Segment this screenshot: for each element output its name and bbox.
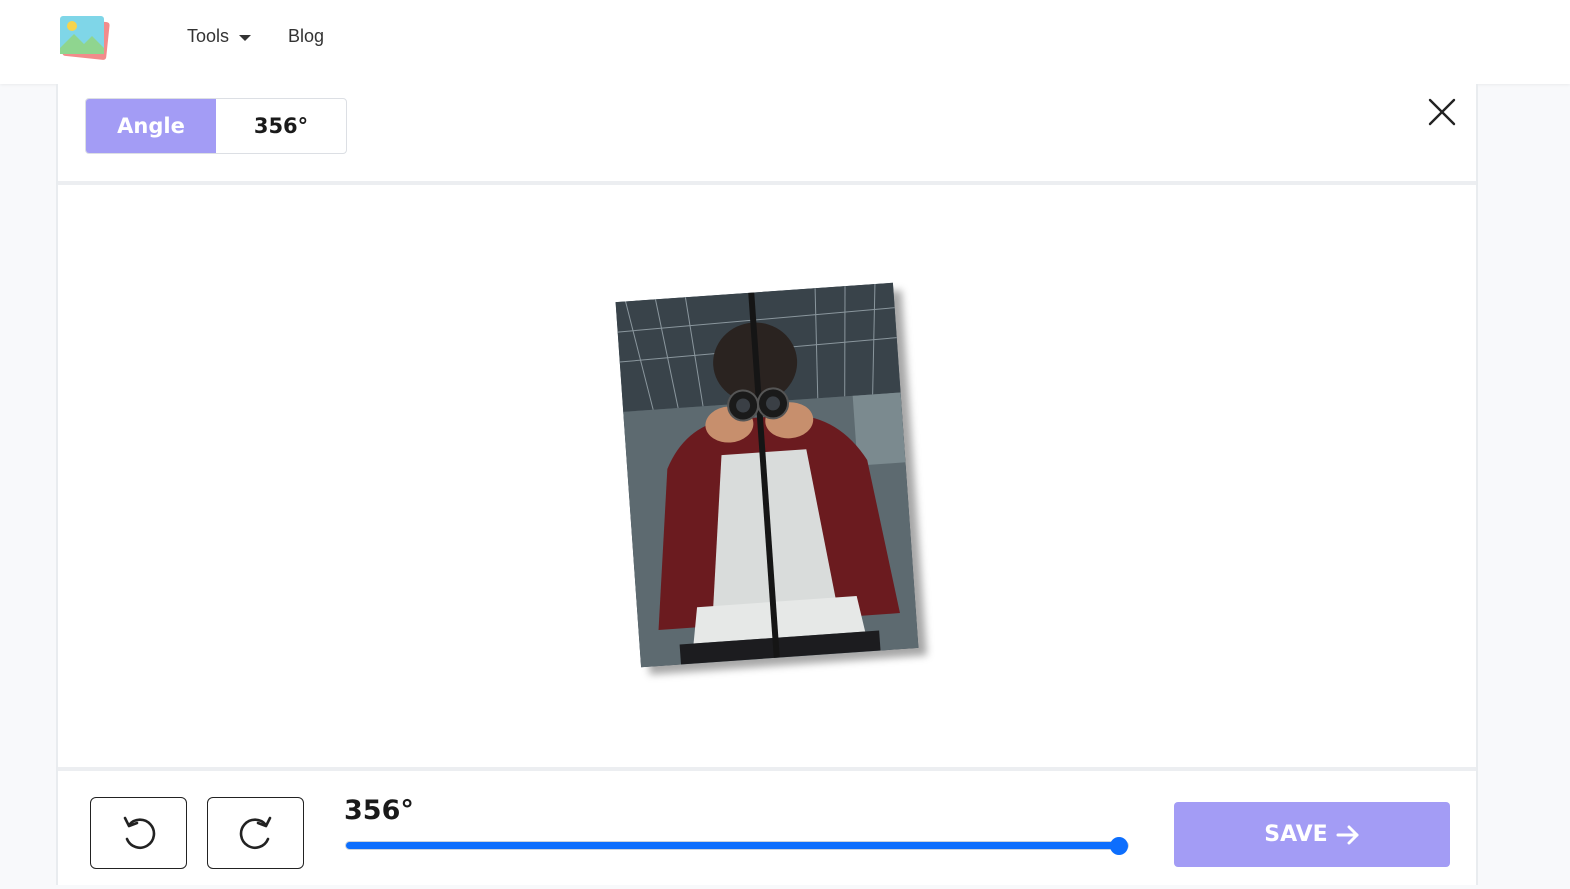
angle-label: Angle <box>86 99 216 153</box>
caret-down-icon <box>239 34 252 41</box>
slider-fill <box>346 842 1120 849</box>
angle-display: Angle 356° <box>85 98 347 154</box>
slider-thumb[interactable] <box>1110 837 1129 855</box>
rotate-ccw-icon <box>123 816 155 849</box>
rotate-editor-panel: Angle 356° 356° SAVE <box>56 84 1478 885</box>
rotate-controls: 356° SAVE <box>58 767 1476 889</box>
nav-blog-link[interactable]: Blog <box>288 26 324 47</box>
navbar: Tools Blog <box>0 0 1570 84</box>
editor-toolbar: Angle 356° <box>58 84 1476 185</box>
save-label: SAVE <box>1264 822 1328 847</box>
rotate-cw-icon <box>239 816 271 849</box>
angle-slider[interactable] <box>345 837 1129 855</box>
arrow-right-icon <box>1336 825 1359 844</box>
photo-preview <box>615 282 919 668</box>
rotate-left-button[interactable] <box>90 797 187 869</box>
save-button[interactable]: SAVE <box>1174 802 1450 867</box>
nav-tools-dropdown[interactable]: Tools <box>187 26 252 47</box>
nav-tools-label: Tools <box>187 26 230 46</box>
rotate-right-button[interactable] <box>207 797 304 869</box>
slider-angle-label: 356° <box>344 795 414 826</box>
close-icon[interactable] <box>1426 96 1458 128</box>
image-gallery-icon[interactable] <box>58 14 110 62</box>
angle-value: 356° <box>253 114 309 138</box>
image-canvas <box>58 185 1476 767</box>
